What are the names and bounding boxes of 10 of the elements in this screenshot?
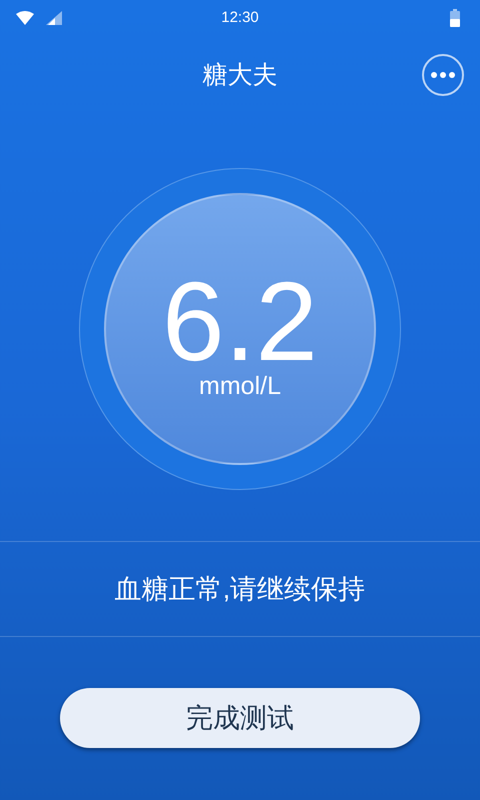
app-title: 糖大夫: [202, 60, 278, 92]
signal-icon: [46, 11, 62, 25]
battery-icon: [450, 9, 460, 27]
finish-test-button[interactable]: 完成测试: [60, 688, 420, 748]
wifi-icon: [16, 11, 34, 25]
more-button[interactable]: [422, 54, 464, 96]
status-time: 12:30: [221, 8, 259, 28]
unit-label: mmol/L: [199, 374, 281, 399]
more-icon: [431, 72, 455, 78]
status-message: 血糖正常,请继续保持: [114, 572, 366, 606]
